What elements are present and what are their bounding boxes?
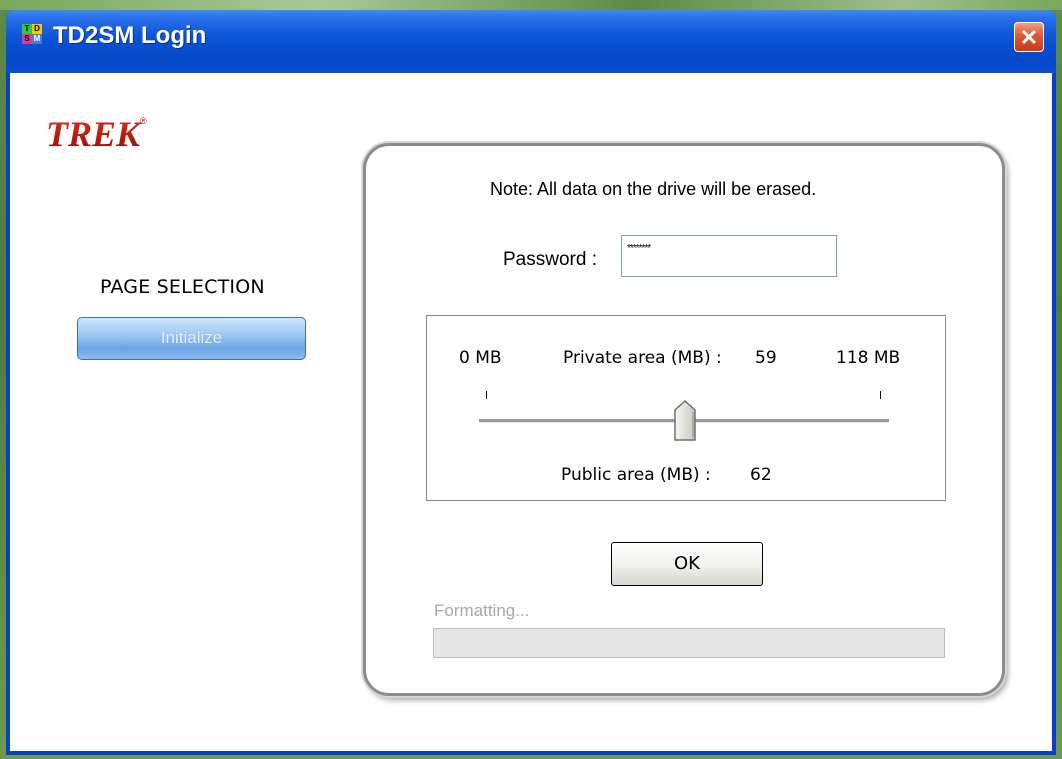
page-selection-heading: PAGE SELECTION <box>100 276 265 298</box>
initialize-button[interactable]: Initialize <box>77 317 306 360</box>
password-label: Password : <box>503 249 597 270</box>
slider-min-tick <box>486 391 487 399</box>
window-title: TD2SM Login <box>53 22 207 49</box>
app-icon-letter: M <box>32 34 42 44</box>
slider-max-label: 118 MB <box>836 348 901 368</box>
private-area-label: Private area (MB) : <box>563 348 722 368</box>
desktop-background <box>0 0 1062 10</box>
slider-max-tick <box>880 391 881 399</box>
logo-text: TREK <box>46 114 143 154</box>
registered-mark: ® <box>140 116 147 126</box>
app-icon-letter: D <box>32 24 42 34</box>
ok-button[interactable]: OK <box>611 542 763 586</box>
close-icon <box>1021 29 1037 45</box>
app-icon-letter: T <box>22 24 32 34</box>
close-button[interactable] <box>1014 22 1044 52</box>
trek-logo: TREK ® <box>46 114 147 154</box>
window-client-area: TREK ® PAGE SELECTION Initialize Note: A… <box>10 73 1052 751</box>
window-bottom-border <box>10 751 1052 755</box>
app-icon-letter: S <box>22 34 32 44</box>
slider-min-label: 0 MB <box>459 348 502 368</box>
formatting-status-label: Formatting... <box>434 601 530 620</box>
formatting-progress-bar <box>433 628 945 658</box>
title-bar[interactable]: T D S M TD2SM Login <box>6 10 1056 73</box>
slider-thumb[interactable] <box>673 400 697 442</box>
private-area-value: 59 <box>755 348 777 368</box>
login-window: T D S M TD2SM Login TREK ® PAGE SELECTIO… <box>6 10 1056 755</box>
public-area-value: 62 <box>750 465 772 485</box>
public-area-label: Public area (MB) : <box>561 465 711 485</box>
password-input[interactable]: ******** <box>621 235 837 277</box>
erase-warning-note: Note: All data on the drive will be eras… <box>490 179 817 199</box>
app-icon: T D S M <box>22 24 42 44</box>
